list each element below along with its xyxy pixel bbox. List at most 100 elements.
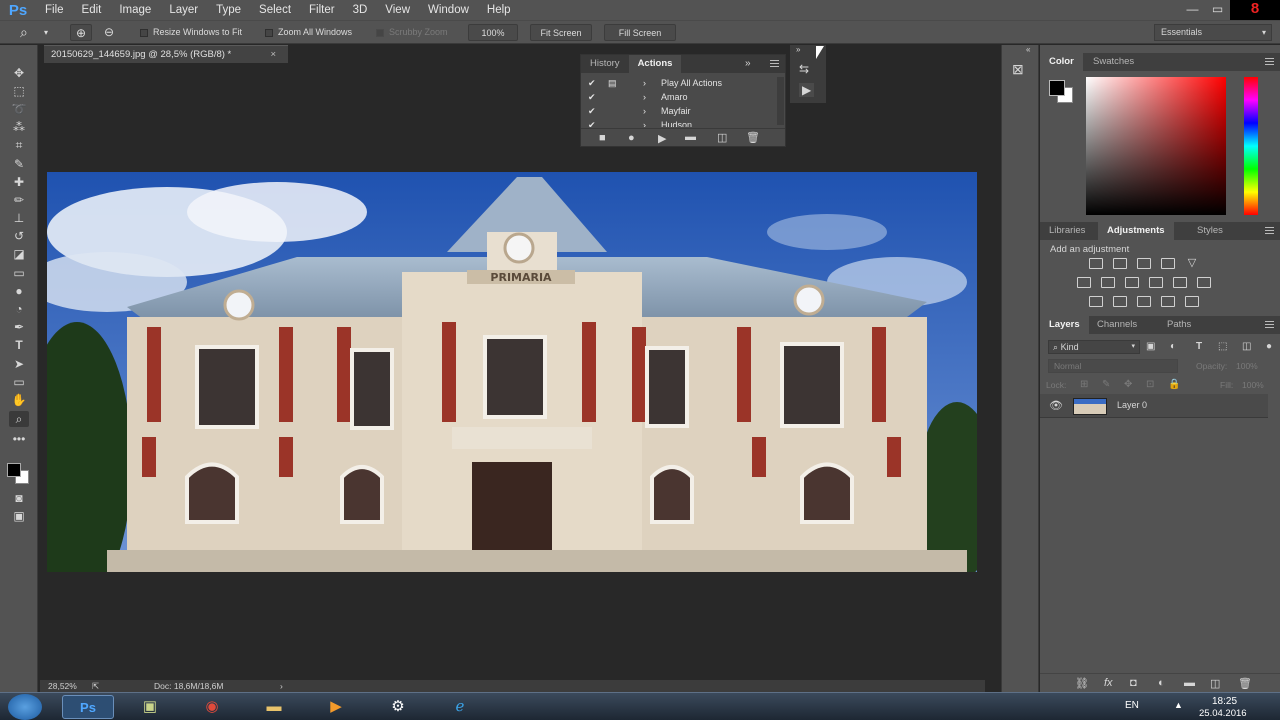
photoshop-taskbar-icon[interactable]: Ps (62, 695, 114, 719)
exposure-icon[interactable] (1161, 258, 1175, 269)
panel-menu-icon[interactable] (1265, 321, 1274, 328)
filter-adjustment-icon[interactable]: ◐ (1170, 341, 1176, 352)
panel-menu-icon[interactable] (1265, 58, 1274, 65)
gradient-tool-icon[interactable]: ▭ (9, 265, 29, 281)
record-icon[interactable]: ● (628, 132, 635, 144)
menu-window[interactable]: Window (419, 0, 478, 20)
tray-arrow-icon[interactable]: ▲ (1174, 700, 1183, 710)
zoom-level-status[interactable]: 28,52% (48, 680, 77, 692)
levels-icon[interactable] (1113, 258, 1127, 269)
tab-adjustments[interactable]: Adjustments (1098, 222, 1174, 240)
checkmark-icon[interactable]: ✔ (588, 118, 596, 127)
document-image[interactable]: PRIMARIA (47, 172, 977, 572)
brush-tool-icon[interactable]: ✏ (9, 192, 29, 208)
posterize-icon[interactable] (1113, 296, 1127, 307)
zoom-in-icon[interactable]: ⊕ (70, 24, 92, 41)
menu-image[interactable]: Image (110, 0, 160, 20)
history-icon[interactable]: ⇆ (799, 62, 809, 76)
vibrance-icon[interactable]: ▽ (1185, 258, 1199, 269)
file-explorer-taskbar-icon[interactable]: ▬ (248, 695, 300, 719)
group-folder-icon[interactable]: ▬ (1184, 677, 1195, 689)
panel-menu-icon[interactable] (1265, 227, 1274, 234)
clone-stamp-tool-icon[interactable]: ⊥ (9, 210, 29, 226)
new-layer-icon[interactable]: ◫ (1210, 677, 1220, 690)
brightness-contrast-icon[interactable] (1089, 258, 1103, 269)
properties-icon[interactable]: ⊠ (1012, 61, 1024, 78)
hue-slider[interactable] (1244, 77, 1258, 215)
actions-scrollbar[interactable] (777, 77, 784, 125)
layer-mask-icon[interactable]: ◘ (1130, 677, 1137, 689)
expand-panels-icon[interactable]: » (796, 45, 800, 54)
panel-menu-icon[interactable] (770, 60, 779, 67)
rectangle-tool-icon[interactable]: ▭ (9, 374, 29, 390)
new-set-folder-icon[interactable]: ▬ (685, 131, 696, 143)
delete-layer-icon[interactable]: 🗑 (1238, 677, 1252, 690)
menu-filter[interactable]: Filter (300, 0, 344, 20)
blur-tool-icon[interactable]: ● (9, 283, 29, 299)
chrome-taskbar-icon[interactable]: ◉ (186, 695, 238, 719)
zoom-out-icon[interactable]: ⊖ (100, 24, 118, 41)
color-lookup-icon[interactable] (1197, 277, 1211, 288)
workspace-switcher[interactable]: Essentials ▾ (1154, 24, 1272, 41)
gradient-map-icon[interactable] (1185, 296, 1199, 307)
action-row[interactable]: ✔ › Mayfair (581, 104, 777, 118)
fill-screen-button[interactable]: Fill Screen (604, 24, 676, 41)
chevron-right-icon[interactable]: › (643, 90, 646, 104)
tab-libraries[interactable]: Libraries (1040, 222, 1094, 240)
quick-mask-icon[interactable]: ◙ (9, 490, 29, 506)
tab-paths[interactable]: Paths (1158, 316, 1200, 334)
checkmark-icon[interactable]: ✔ (588, 104, 596, 118)
tab-layers[interactable]: Layers (1040, 316, 1089, 334)
scrubby-zoom-checkbox[interactable]: Scrubby Zoom (376, 24, 448, 41)
media-taskbar-icon[interactable]: ▣ (124, 695, 176, 719)
history-brush-tool-icon[interactable]: ↺ (9, 228, 29, 244)
lock-position-icon[interactable]: ✥ (1124, 379, 1132, 390)
fill-value[interactable]: 100% (1242, 380, 1264, 390)
adjustment-layer-icon[interactable]: ◐ (1158, 677, 1165, 689)
curves-icon[interactable] (1137, 258, 1151, 269)
status-menu-arrow-icon[interactable]: › (280, 680, 283, 692)
quick-select-tool-icon[interactable]: ⁂ (9, 119, 29, 135)
tab-channels[interactable]: Channels (1088, 316, 1146, 334)
crop-tool-icon[interactable]: ⌗ (9, 137, 29, 153)
chevron-right-icon[interactable]: › (643, 76, 646, 90)
lasso-tool-icon[interactable]: ➰ (9, 101, 29, 117)
tab-styles[interactable]: Styles (1188, 222, 1232, 240)
healing-brush-tool-icon[interactable]: ✚ (9, 174, 29, 190)
black-white-icon[interactable] (1125, 277, 1139, 288)
filter-smart-object-icon[interactable]: ◫ (1242, 341, 1251, 352)
dodge-tool-icon[interactable]: ◔ (9, 301, 29, 317)
selective-color-icon[interactable] (1161, 296, 1175, 307)
action-row[interactable]: ✔ ▤ › Play All Actions (581, 76, 777, 90)
hand-tool-icon[interactable]: ✋ (9, 392, 29, 408)
tab-actions[interactable]: Actions (628, 55, 682, 73)
screen-mode-icon[interactable]: ▣ (9, 508, 29, 524)
tool-preset-chevron-icon[interactable]: ▾ (44, 24, 48, 41)
collapse-strip-icon[interactable]: « (1026, 45, 1030, 54)
filter-type-icon[interactable]: T (1196, 341, 1202, 352)
foreground-color-swatch[interactable] (1049, 80, 1065, 96)
clock-date[interactable]: 25.04.2016 (1199, 708, 1247, 719)
collapse-panel-icon[interactable]: » (745, 58, 751, 69)
lock-all-icon[interactable]: 🔒 (1168, 379, 1180, 390)
photo-filter-icon[interactable] (1149, 277, 1163, 288)
checkmark-icon[interactable]: ✔ (588, 90, 596, 104)
eyedropper-tool-icon[interactable]: ✎ (9, 156, 29, 172)
filter-shape-icon[interactable]: ⬚ (1218, 341, 1227, 352)
layer-row[interactable]: 👁 Layer 0 (1040, 394, 1268, 418)
pen-tool-icon[interactable]: ✒ (9, 319, 29, 335)
opacity-value[interactable]: 100% (1236, 361, 1258, 371)
more-tools-icon[interactable]: ••• (9, 431, 29, 447)
menu-file[interactable]: File (36, 0, 73, 20)
filter-toggle-icon[interactable]: ● (1266, 341, 1272, 352)
eraser-tool-icon[interactable]: ◪ (9, 246, 29, 262)
zoom-all-windows-checkbox[interactable]: Zoom All Windows (265, 24, 352, 41)
tab-history[interactable]: History (581, 55, 629, 73)
menu-view[interactable]: View (376, 0, 419, 20)
steam-taskbar-icon[interactable]: ⚙ (372, 695, 424, 719)
trash-icon[interactable]: 🗑 (746, 131, 760, 144)
actions-play-icon[interactable]: ▶ (799, 83, 815, 97)
minimize-button[interactable]: — (1180, 0, 1205, 20)
start-button[interactable] (8, 694, 42, 720)
resize-windows-checkbox[interactable]: Resize Windows to Fit (140, 24, 242, 41)
